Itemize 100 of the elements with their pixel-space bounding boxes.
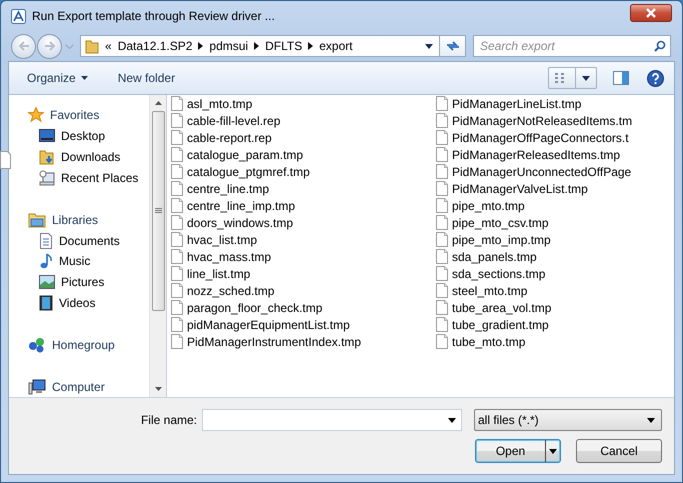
file-icon [171, 147, 183, 162]
file-item[interactable]: PidManagerLineList.tmp [436, 95, 636, 112]
scrollbar-thumb[interactable] [152, 111, 164, 311]
file-item[interactable]: hvac_mass.tmp [171, 248, 436, 265]
file-icon [436, 232, 448, 247]
breadcrumb-item[interactable]: DFLTS [265, 39, 302, 53]
nav-item[interactable]: Music [9, 251, 149, 272]
nav-item[interactable]: Downloads [9, 146, 149, 168]
help-button[interactable] [647, 70, 664, 86]
file-item[interactable]: steel_mto.tmp [436, 282, 636, 299]
nav-item[interactable]: Computer [9, 376, 149, 397]
file-icon [436, 215, 448, 230]
up-arrow-icon[interactable] [154, 101, 162, 105]
down-arrow-icon[interactable] [154, 387, 162, 391]
file-item[interactable]: centre_line.tmp [171, 180, 436, 197]
file-item[interactable]: PidManagerInstrumentIndex.tmp [171, 333, 436, 350]
file-item[interactable]: tube_mto.tmp [436, 333, 636, 350]
caret-icon [80, 76, 88, 80]
chevron-icon [198, 42, 204, 50]
nav-item[interactable]: Desktop [9, 126, 149, 147]
search-field[interactable]: Search export [473, 35, 671, 57]
file-icon [436, 317, 448, 332]
dialog-button[interactable]: Open [475, 439, 561, 463]
file-item[interactable]: sda_sections.tmp [436, 265, 636, 282]
file-icon [171, 283, 183, 298]
file-item[interactable]: pipe_mto_imp.tmp [436, 231, 636, 248]
chevron-icon [308, 42, 314, 50]
nav-item[interactable]: Documents [9, 230, 149, 252]
file-item[interactable]: PidManagerReleasedItems.tmp [436, 146, 636, 163]
file-icon [436, 198, 448, 213]
file-item[interactable]: cable-report.rep [171, 129, 436, 146]
computer-icon [28, 378, 46, 395]
file-item[interactable]: PidManagerOffPageConnectors.t [436, 129, 636, 146]
file-item[interactable]: nozz_sched.tmp [171, 282, 436, 299]
caret-icon [448, 418, 456, 422]
file-item[interactable]: asl_mto.tmp [171, 95, 436, 112]
nav-item[interactable]: Libraries [9, 209, 149, 230]
dialog-button[interactable]: Cancel [576, 439, 662, 463]
window-title: Run Export template through Review driver ... [32, 9, 276, 23]
close-icon [645, 8, 657, 18]
breadcrumb-item[interactable]: pdmsui [209, 39, 248, 53]
breadcrumb-item[interactable]: Data12.1.SP2 [118, 39, 192, 53]
back-button[interactable] [11, 34, 36, 58]
file-name-field[interactable] [202, 409, 462, 431]
scrollbar[interactable] [149, 95, 166, 397]
nav-item[interactable]: Homegroup [9, 334, 149, 356]
file-item[interactable]: PidManagerUnconnectedOffPage [436, 163, 636, 180]
file-item[interactable]: doors_windows.tmp [171, 214, 436, 231]
file-item[interactable]: catalogue_ptgmref.tmp [171, 163, 436, 180]
file-icon [171, 113, 183, 128]
nav-item[interactable]: Recent Places [9, 168, 149, 188]
caret-icon[interactable] [425, 44, 433, 48]
file-icon [436, 249, 448, 264]
forward-button[interactable] [37, 34, 62, 58]
file-item[interactable]: PidManagerNotReleasedItems.tm [436, 112, 636, 129]
file-icon [171, 334, 183, 349]
file-icon [171, 249, 183, 264]
file-item[interactable]: catalogue_param.tmp [171, 146, 436, 163]
nav-item[interactable]: Favorites [9, 105, 149, 126]
music-note-icon [39, 253, 53, 270]
refresh-button[interactable] [440, 35, 466, 57]
picture-icon [39, 275, 55, 290]
close-button[interactable] [630, 4, 672, 22]
caret-icon [549, 448, 557, 454]
search-icon [654, 40, 666, 52]
file-item[interactable]: pipe_mto.tmp [436, 197, 636, 214]
file-item[interactable]: PidManagerValveList.tmp [436, 180, 636, 197]
file-icon [436, 300, 448, 315]
breadcrumb-item[interactable]: export [319, 39, 353, 53]
star-icon [28, 107, 44, 124]
file-item[interactable]: paragon_floor_check.tmp [171, 299, 436, 316]
file-type-dropdown[interactable]: all files (*.*) [474, 409, 662, 431]
preview-pane-button[interactable] [613, 71, 629, 85]
address-bar[interactable]: « Data12.1.SP2 pdmsui DFLTS export [80, 35, 440, 57]
file-item[interactable]: line_list.tmp [171, 265, 436, 282]
file-icon [436, 334, 448, 349]
organize-button[interactable]: Organize [27, 68, 88, 88]
desktop-icon [39, 129, 55, 144]
file-item[interactable]: pidManagerEquipmentList.tmp [171, 316, 436, 333]
file-item[interactable]: sda_panels.tmp [436, 248, 636, 265]
file-icon [171, 164, 183, 179]
left-arrow-icon [18, 41, 30, 51]
file-item[interactable]: pipe_mto_csv.tmp [436, 214, 636, 231]
field-label: File name: [140, 413, 197, 427]
recent-places-icon [39, 170, 55, 186]
file-item[interactable]: tube_gradient.tmp [436, 316, 636, 333]
file-icon [171, 215, 183, 230]
file-icon [171, 198, 183, 213]
file-item[interactable]: tube_area_vol.tmp [436, 299, 636, 316]
file-item[interactable]: cable-fill-level.rep [171, 112, 436, 129]
file-item[interactable]: centre_line_imp.tmp [171, 197, 436, 214]
nav-item[interactable]: Pictures [9, 272, 149, 293]
new-folder-button[interactable]: New folder [118, 68, 176, 88]
document-icon [39, 232, 53, 249]
nav-item[interactable]: Videos [9, 292, 149, 314]
file-icon [436, 113, 448, 128]
overflow-chevron[interactable]: « [105, 39, 112, 53]
film-icon [39, 295, 53, 312]
file-item[interactable]: hvac_list.tmp [171, 231, 436, 248]
file-icon [436, 130, 448, 145]
